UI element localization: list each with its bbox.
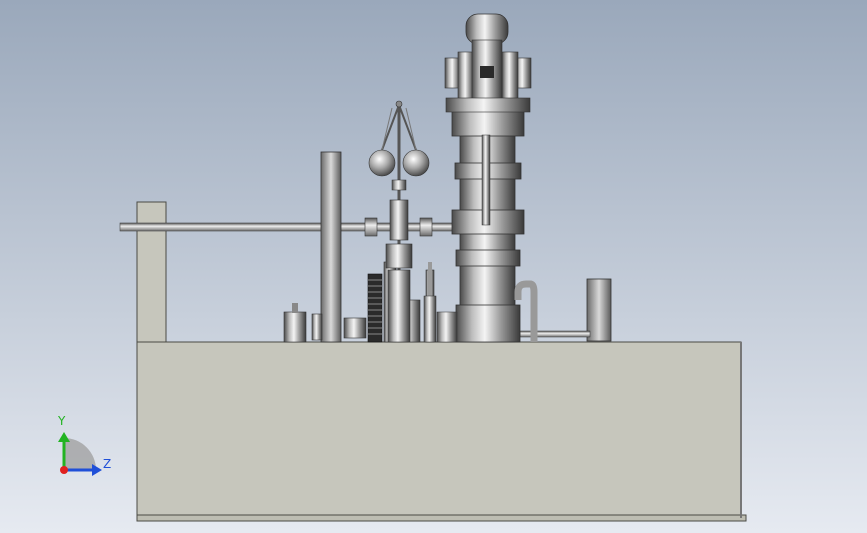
flywheel[interactable] (320, 151, 342, 343)
governor-ball-left (368, 149, 396, 177)
y-axis-label: Y (58, 414, 66, 428)
governor-ball-right (402, 149, 430, 177)
z-axis-label: Z (103, 457, 112, 471)
model-view[interactable] (0, 0, 867, 533)
x-axis-dot (60, 466, 68, 474)
cad-viewport[interactable]: Y Z (0, 0, 867, 533)
